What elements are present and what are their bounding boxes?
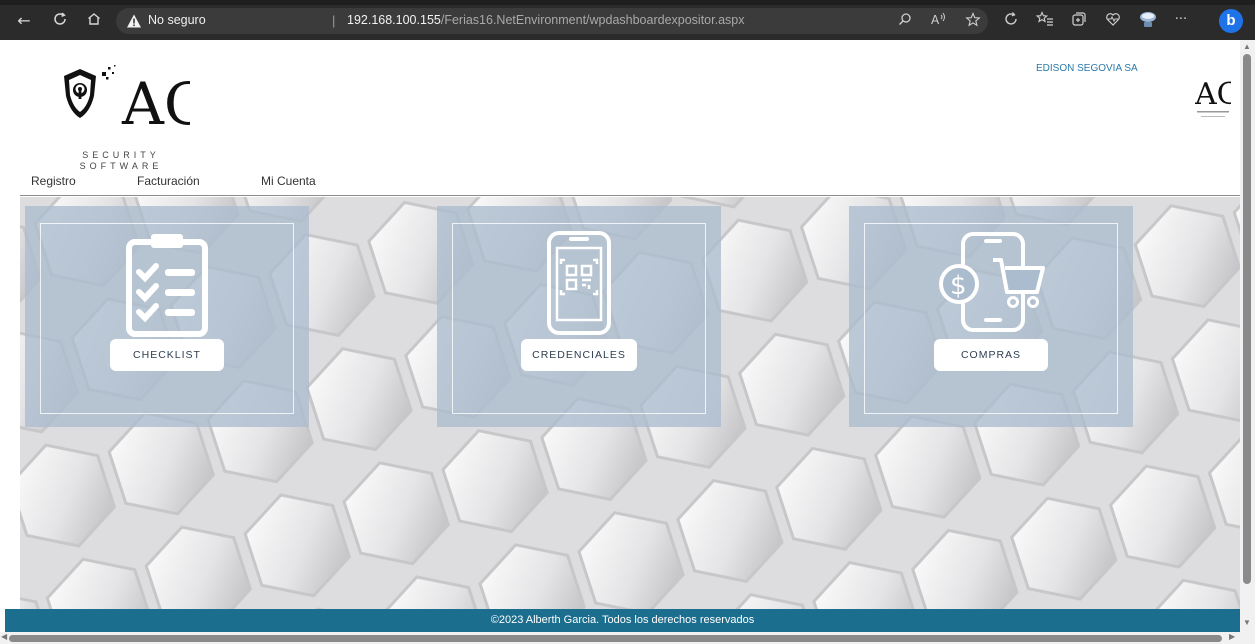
back-icon[interactable]: ← bbox=[14, 11, 34, 31]
compras-card[interactable]: $ COMPRAS bbox=[849, 206, 1133, 427]
bing-copilot-icon[interactable]: b bbox=[1219, 9, 1243, 33]
url-path: /Ferias16.NetEnvironment/wpdashboardexpo… bbox=[440, 13, 745, 27]
search-icon[interactable] bbox=[896, 12, 914, 30]
not-secure-label[interactable]: No seguro bbox=[148, 13, 206, 27]
menu-item-registro[interactable]: Registro bbox=[31, 174, 76, 188]
checklist-card[interactable]: CHECKLIST bbox=[25, 206, 309, 427]
svg-text:A: A bbox=[931, 13, 940, 26]
svg-text:$: $ bbox=[950, 271, 967, 301]
home-icon[interactable] bbox=[84, 11, 104, 31]
logo-subtitle: SECURITY SOFTWARE bbox=[66, 150, 176, 172]
credenciales-card[interactable]: CREDENCIALES bbox=[437, 206, 721, 427]
compras-button[interactable]: COMPRAS bbox=[934, 339, 1048, 371]
menu-item-facturacion[interactable]: Facturación bbox=[137, 174, 200, 188]
logo-subtitle-security: SECURITY bbox=[82, 150, 160, 160]
address-bar[interactable]: No seguro | 192.168.100.155/Ferias16.Net… bbox=[116, 8, 988, 34]
url-text[interactable]: 192.168.100.155/Ferias16.NetEnvironment/… bbox=[347, 13, 744, 27]
refresh-site-icon[interactable] bbox=[1002, 11, 1020, 29]
address-separator: | bbox=[332, 13, 336, 28]
horizontal-scrollbar[interactable]: ◀ ▶ bbox=[0, 632, 1240, 644]
favorites-icon[interactable] bbox=[1035, 11, 1054, 29]
browser-tab-strip bbox=[0, 0, 1255, 5]
logo-subtitle-software: SOFTWARE bbox=[79, 161, 163, 171]
menu-divider bbox=[20, 195, 1240, 196]
warning-icon bbox=[127, 14, 141, 28]
credenciales-button[interactable]: CREDENCIALES bbox=[521, 339, 637, 371]
company-name: EDISON SEGOVIA SA bbox=[1036, 63, 1138, 74]
health-icon[interactable] bbox=[1104, 11, 1122, 29]
qr-phone-icon bbox=[547, 231, 611, 335]
scroll-down-icon[interactable]: ▼ bbox=[1243, 618, 1251, 627]
profile-icon[interactable] bbox=[1138, 11, 1156, 29]
mini-logo-text: AG bbox=[1195, 77, 1231, 112]
scroll-right-icon[interactable]: ▶ bbox=[1229, 632, 1235, 641]
horizontal-scroll-thumb[interactable] bbox=[9, 635, 1222, 642]
page-content: AG SECURITY SOFTWARE EDISON SEGOVIA SA A… bbox=[0, 40, 1240, 632]
url-host: 192.168.100.155 bbox=[347, 13, 441, 27]
vertical-scroll-thumb[interactable] bbox=[1243, 54, 1251, 584]
vertical-scrollbar[interactable]: ▲ ▼ bbox=[1240, 40, 1255, 644]
scroll-up-icon[interactable]: ▲ bbox=[1243, 42, 1251, 51]
browser-toolbar: ← No seguro | 192.168.100.155/Ferias16.N… bbox=[0, 0, 1255, 40]
checklist-button[interactable]: CHECKLIST bbox=[110, 339, 224, 371]
collections-icon[interactable] bbox=[1070, 11, 1088, 29]
scroll-left-icon[interactable]: ◀ bbox=[1, 632, 7, 641]
read-aloud-icon[interactable]: A bbox=[930, 12, 948, 30]
refresh-icon[interactable] bbox=[50, 11, 70, 31]
more-icon[interactable]: ··· bbox=[1172, 11, 1190, 29]
mini-ag-logo: AG bbox=[1195, 77, 1231, 117]
logo-ag-text: AG bbox=[121, 70, 190, 138]
clipboard-checklist-icon bbox=[126, 234, 208, 337]
menu-item-mi-cuenta[interactable]: Mi Cuenta bbox=[261, 174, 316, 188]
phone-cart-dollar-icon: $ bbox=[939, 232, 1045, 332]
page-footer: ©2023 Alberth Garcia. Todos los derechos… bbox=[5, 609, 1240, 632]
favorite-icon[interactable] bbox=[964, 12, 982, 30]
